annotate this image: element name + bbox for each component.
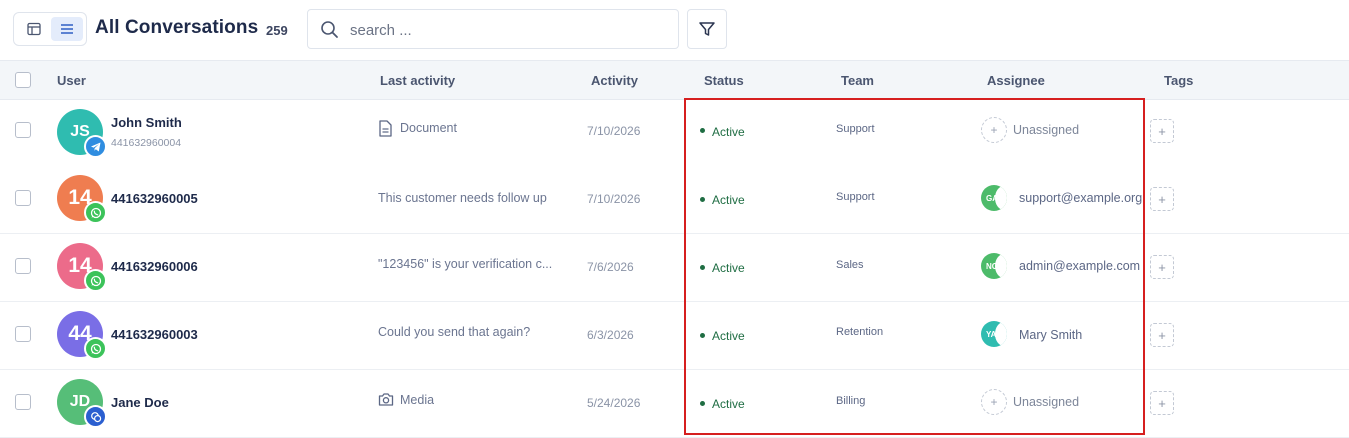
activity-date: 6/3/2026 <box>587 328 634 342</box>
messenger-icon <box>84 405 107 428</box>
activity-date: 5/24/2026 <box>587 396 641 410</box>
table-row[interactable]: 14 441632960006 "123456" is your verific… <box>0 234 1349 302</box>
assignee: support@example.org <box>1019 191 1143 205</box>
search-icon <box>321 21 338 38</box>
last-activity: Media <box>400 393 435 407</box>
activity-date: 7/6/2026 <box>587 260 634 274</box>
assign-button[interactable]: + <box>981 117 1007 143</box>
user-name[interactable]: Jane Doe <box>111 395 169 410</box>
whatsapp-icon <box>84 269 107 292</box>
assignee: Unassigned <box>1013 123 1080 137</box>
status-badge: Active <box>712 193 745 207</box>
row-checkbox[interactable] <box>15 190 31 206</box>
last-activity: Document <box>400 121 457 135</box>
user-name[interactable]: John Smith <box>111 115 182 130</box>
conversation-count: 259 <box>266 23 288 38</box>
team-name: Retention <box>836 326 884 338</box>
row-checkbox[interactable] <box>15 326 31 342</box>
assignee-avatar: GA <box>981 185 1007 211</box>
team-name: Support <box>836 123 875 135</box>
last-activity: Could you send that again? <box>378 325 531 339</box>
list-view-button[interactable] <box>51 17 83 41</box>
row-checkbox[interactable] <box>15 258 31 274</box>
last-activity: This customer needs follow up <box>378 191 547 205</box>
status-badge: Active <box>712 125 745 139</box>
table-row[interactable]: JD Jane Doe Media 5/24/2026 Active Billi… <box>0 370 1349 438</box>
user-name[interactable]: 441632960005 <box>111 191 198 206</box>
column-team[interactable]: Team <box>841 73 874 88</box>
column-tags[interactable]: Tags <box>1164 73 1193 88</box>
status-dot <box>700 128 705 133</box>
column-assignee[interactable]: Assignee <box>987 73 1045 88</box>
add-tag-button[interactable]: + <box>1150 391 1174 415</box>
select-all-checkbox[interactable] <box>15 72 31 88</box>
page-title: All Conversations <box>95 17 259 38</box>
column-user[interactable]: User <box>57 73 86 88</box>
camera-icon <box>378 393 394 406</box>
plus-icon: + <box>1158 395 1166 411</box>
plus-icon: + <box>1158 123 1166 139</box>
assign-button[interactable]: + <box>981 389 1007 415</box>
assignee: Unassigned <box>1013 395 1080 409</box>
assignee-avatar: YA <box>981 321 1007 347</box>
team-name: Sales <box>836 259 864 271</box>
top-bar: All Conversations 259 <box>0 0 1349 60</box>
row-checkbox[interactable] <box>15 122 31 138</box>
activity-date: 7/10/2026 <box>587 124 641 138</box>
assignee: admin@example.com <box>1019 259 1141 273</box>
table-row[interactable]: 44 441632960003 Could you send that agai… <box>0 302 1349 370</box>
add-tag-button[interactable]: + <box>1150 187 1174 211</box>
document-icon <box>379 120 392 137</box>
status-dot <box>700 265 705 270</box>
panel-view-button[interactable] <box>18 17 50 41</box>
plus-icon: + <box>1158 191 1166 207</box>
whatsapp-icon <box>84 201 107 224</box>
assignee: Mary Smith <box>1019 328 1083 342</box>
plus-icon: + <box>990 395 998 409</box>
plus-icon: + <box>1158 327 1166 343</box>
add-tag-button[interactable]: + <box>1150 119 1174 143</box>
plus-icon: + <box>990 123 998 137</box>
user-name[interactable]: 441632960006 <box>111 259 198 274</box>
status-dot <box>700 333 705 338</box>
row-checkbox[interactable] <box>15 394 31 410</box>
telegram-icon <box>84 135 107 158</box>
view-toggle <box>13 12 87 46</box>
column-status[interactable]: Status <box>704 73 744 88</box>
table-row[interactable]: JS John Smith 441632960004 Document 7/10… <box>0 100 1349 168</box>
status-badge: Active <box>712 261 745 275</box>
list-icon <box>61 24 73 34</box>
plus-icon: + <box>1158 259 1166 275</box>
filter-button[interactable] <box>687 9 727 49</box>
table-header: User Last activity Activity Status Team … <box>0 60 1349 100</box>
filter-icon <box>699 22 715 36</box>
layout-icon <box>27 22 41 36</box>
user-phone: 441632960004 <box>111 137 182 149</box>
add-tag-button[interactable]: + <box>1150 255 1174 279</box>
status-badge: Active <box>712 397 745 411</box>
user-name[interactable]: 441632960003 <box>111 327 198 342</box>
last-activity: "123456" is your verification c... <box>378 257 553 271</box>
add-tag-button[interactable]: + <box>1150 323 1174 347</box>
column-activity[interactable]: Activity <box>591 73 638 88</box>
column-last-activity[interactable]: Last activity <box>380 73 455 88</box>
status-dot <box>700 401 705 406</box>
status-dot <box>700 197 705 202</box>
assignee-avatar: NC <box>981 253 1007 279</box>
search-box <box>307 9 679 49</box>
status-badge: Active <box>712 329 745 343</box>
search-input[interactable] <box>350 19 650 41</box>
team-name: Billing <box>836 395 866 407</box>
table-row[interactable]: 14 441632960005 This customer needs foll… <box>0 166 1349 234</box>
team-name: Support <box>836 191 875 203</box>
whatsapp-icon <box>84 337 107 360</box>
activity-date: 7/10/2026 <box>587 192 641 206</box>
